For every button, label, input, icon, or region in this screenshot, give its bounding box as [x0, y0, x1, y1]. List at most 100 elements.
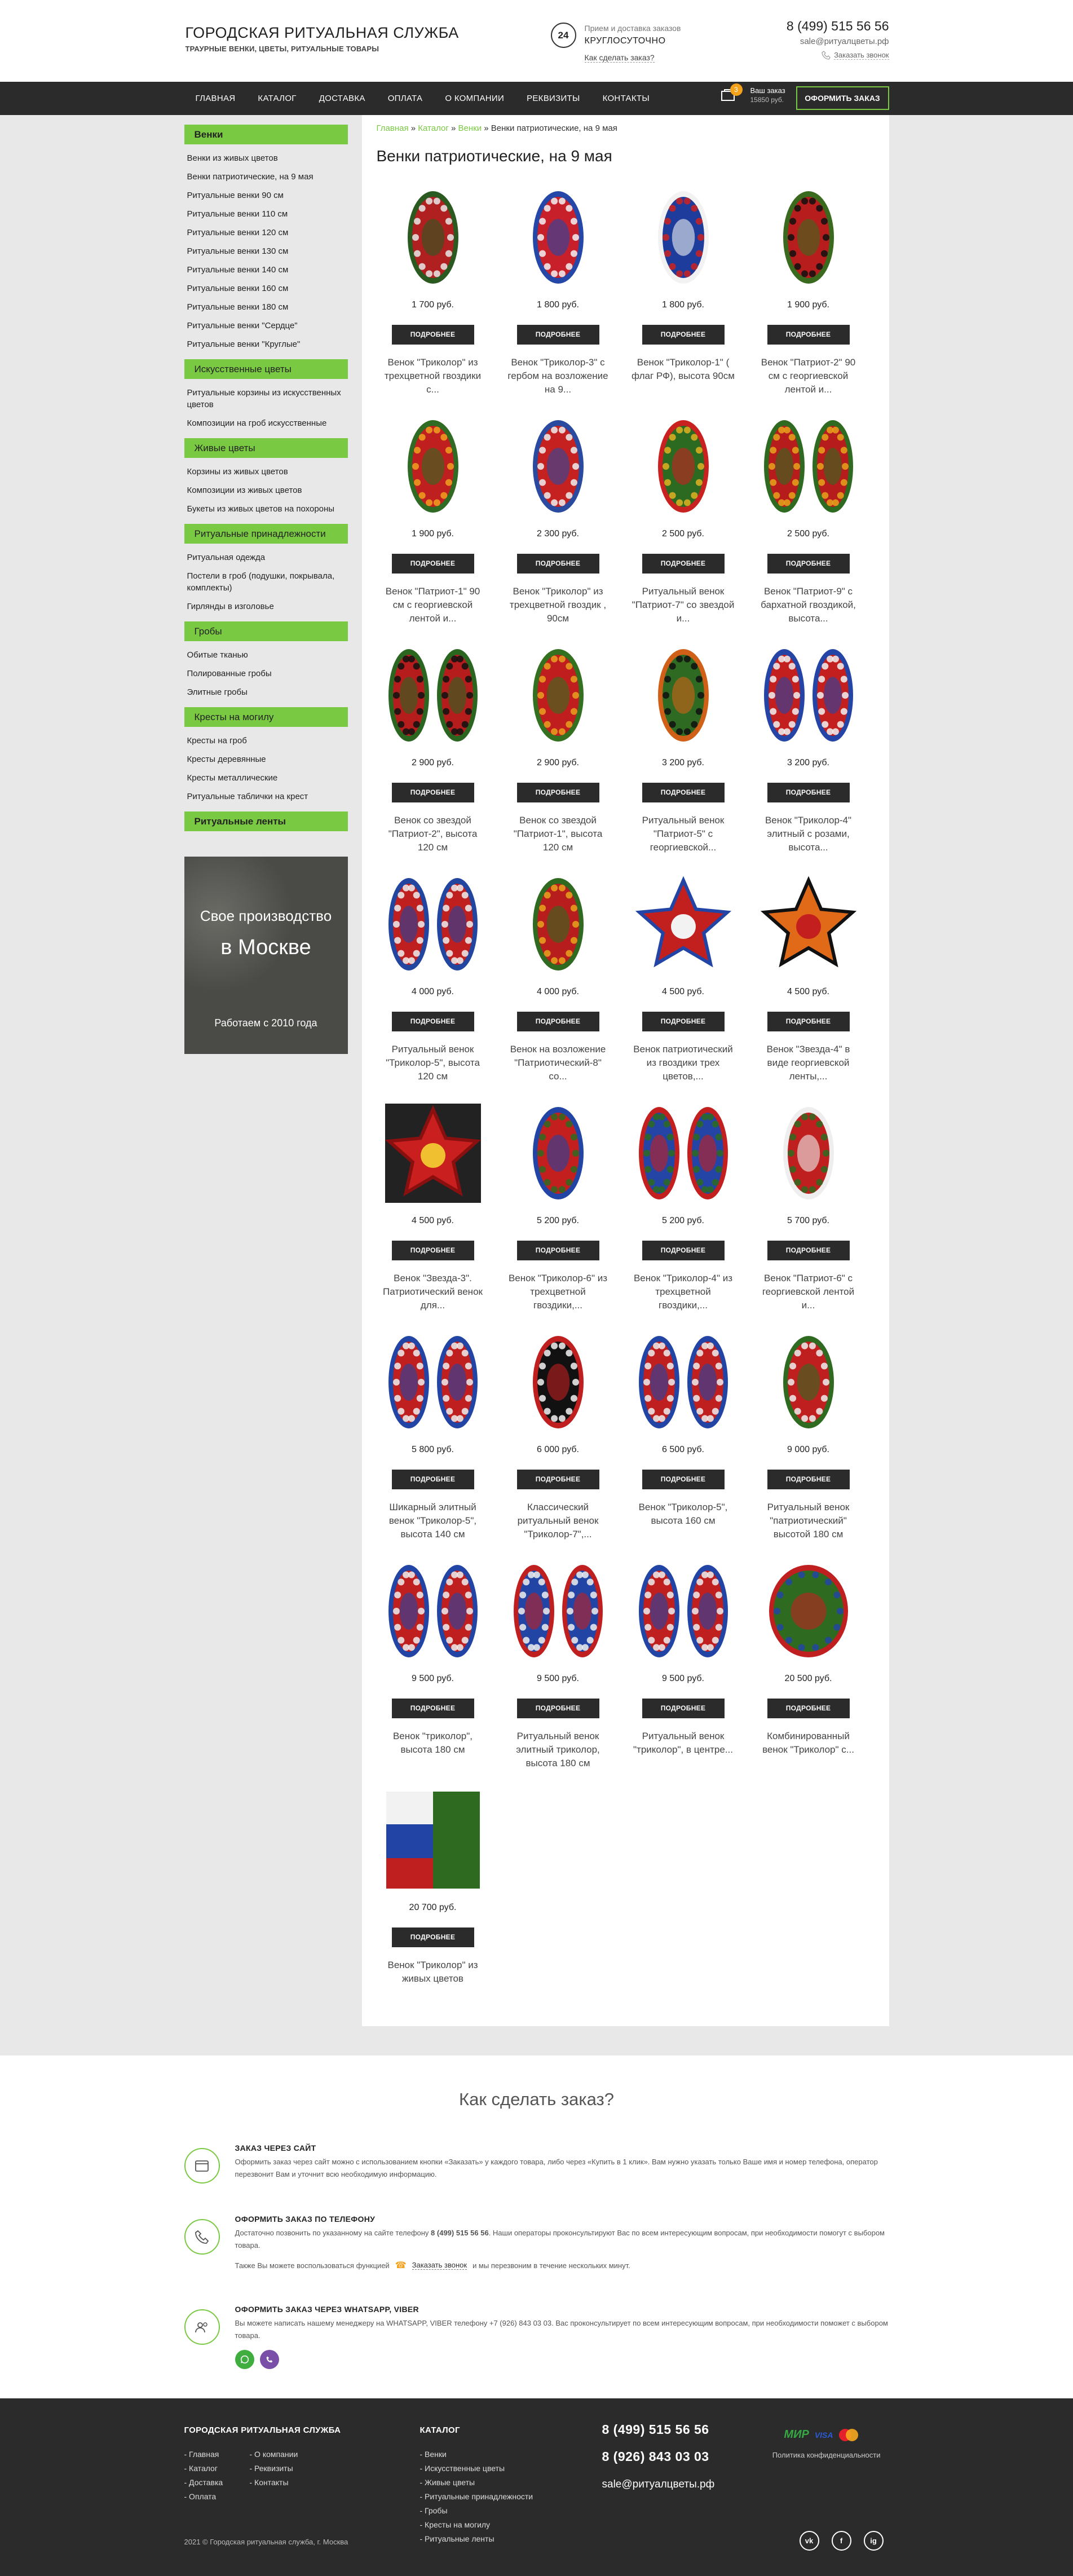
- checkout-button[interactable]: ОФОРМИТЬ ЗАКАЗ: [796, 86, 889, 110]
- product-name[interactable]: Венок "Триколор-4" из трехцветной гвозди…: [630, 1272, 737, 1312]
- details-button[interactable]: ПОДРОБНЕЕ: [642, 783, 725, 802]
- details-button[interactable]: ПОДРОБНЕЕ: [767, 1012, 850, 1031]
- whatsapp-icon[interactable]: [235, 2350, 254, 2369]
- footer-catalog-link[interactable]: - Искусственные цветы: [420, 2462, 533, 2476]
- details-button[interactable]: ПОДРОБНЕЕ: [642, 325, 725, 345]
- details-button[interactable]: ПОДРОБНЕЕ: [767, 1470, 850, 1489]
- footer-phone-2[interactable]: 8 (926) 843 03 03: [602, 2449, 709, 2464]
- details-button[interactable]: ПОДРОБНЕЕ: [767, 783, 850, 802]
- product-name[interactable]: Венок "Триколор-1" ( флаг РФ), высота 90…: [630, 356, 737, 396]
- product-name[interactable]: Ритуальный венок "Триколор-5", высота 12…: [379, 1043, 487, 1083]
- sidebar-heading[interactable]: Живые цветы: [184, 438, 348, 458]
- sidebar-heading[interactable]: Венки: [184, 125, 348, 144]
- how-phone-number[interactable]: 8 (499) 515 56 56: [431, 2229, 489, 2237]
- product-image[interactable]: [635, 1562, 731, 1661]
- sidebar-item[interactable]: Корзины из живых цветов: [184, 462, 348, 481]
- product-image[interactable]: [510, 1104, 606, 1203]
- details-button[interactable]: ПОДРОБНЕЕ: [516, 1470, 599, 1489]
- details-button[interactable]: ПОДРОБНЕЕ: [516, 1012, 599, 1031]
- product-name[interactable]: Венок "Патриот-2" 90 см с георгиевской л…: [755, 356, 862, 396]
- sidebar-item[interactable]: Ритуальные венки 130 см: [184, 242, 348, 261]
- how-to-order-link[interactable]: Как сделать заказ?: [584, 53, 655, 63]
- nav-item-0[interactable]: ГЛАВНАЯ: [184, 82, 247, 115]
- product-image[interactable]: [760, 1104, 856, 1203]
- sidebar-heading[interactable]: Гробы: [184, 621, 348, 641]
- product-image[interactable]: [635, 646, 731, 745]
- privacy-link[interactable]: Политика конфиденциальности: [772, 2451, 881, 2459]
- sidebar-item[interactable]: Венки патриотические, на 9 мая: [184, 167, 348, 186]
- details-button[interactable]: ПОДРОБНЕЕ: [767, 554, 850, 574]
- details-button[interactable]: ПОДРОБНЕЕ: [516, 783, 599, 802]
- product-image[interactable]: [510, 417, 606, 516]
- product-image[interactable]: [385, 417, 481, 516]
- product-name[interactable]: Венок "триколор", высота 180 см: [379, 1730, 487, 1770]
- product-name[interactable]: Венок "Триколор" из трехцветной гвоздики…: [379, 356, 487, 396]
- callback-link[interactable]: Заказать звонок: [822, 51, 889, 60]
- nav-item-2[interactable]: ДОСТАВКА: [308, 82, 377, 115]
- product-image[interactable]: [760, 1333, 856, 1432]
- product-name[interactable]: Венок "Триколор-5", высота 160 см: [630, 1501, 737, 1541]
- details-button[interactable]: ПОДРОБНЕЕ: [642, 554, 725, 574]
- sidebar-item[interactable]: Кресты деревянные: [184, 750, 348, 769]
- nav-item-6[interactable]: КОНТАКТЫ: [591, 82, 661, 115]
- footer-catalog-link[interactable]: - Ритуальные ленты: [420, 2532, 533, 2546]
- sidebar-item[interactable]: Венки из живых цветов: [184, 149, 348, 167]
- sidebar-item[interactable]: Ритуальные венки 180 см: [184, 298, 348, 316]
- product-name[interactable]: Венок "Триколор" из живых цветов: [379, 1959, 487, 1999]
- details-button[interactable]: ПОДРОБНЕЕ: [516, 325, 599, 345]
- product-name[interactable]: Венок "Звезда-3". Патриотический венок д…: [379, 1272, 487, 1312]
- sidebar-item[interactable]: Ритуальные венки 110 см: [184, 205, 348, 223]
- footer-catalog-link[interactable]: - Ритуальные принадлежности: [420, 2490, 533, 2504]
- product-name[interactable]: Венок патриотический из гвоздики трех цв…: [630, 1043, 737, 1083]
- sidebar-item[interactable]: Кресты металлические: [184, 769, 348, 787]
- details-button[interactable]: ПОДРОБНЕЕ: [391, 1699, 474, 1718]
- sidebar-item[interactable]: Элитные гробы: [184, 683, 348, 702]
- footer-phone-1[interactable]: 8 (499) 515 56 56: [602, 2422, 709, 2437]
- product-image[interactable]: [385, 1333, 481, 1432]
- cart-widget[interactable]: 3 Ваш заказ 15850 руб.: [720, 83, 785, 104]
- sidebar-item[interactable]: Композиции на гроб искусственные: [184, 414, 348, 433]
- product-image[interactable]: [385, 875, 481, 974]
- product-name[interactable]: Венок "Триколор-4" элитный с розами, выс…: [755, 814, 862, 854]
- product-name[interactable]: Ритуальный венок "Патриот-5" с георгиевс…: [630, 814, 737, 854]
- details-button[interactable]: ПОДРОБНЕЕ: [391, 325, 474, 345]
- details-button[interactable]: ПОДРОБНЕЕ: [391, 1241, 474, 1260]
- product-image[interactable]: [760, 875, 856, 974]
- facebook-icon[interactable]: f: [831, 2531, 851, 2551]
- nav-item-5[interactable]: РЕКВИЗИТЫ: [515, 82, 591, 115]
- sidebar-item[interactable]: Букеты из живых цветов на похороны: [184, 500, 348, 518]
- details-button[interactable]: ПОДРОБНЕЕ: [391, 1927, 474, 1947]
- product-name[interactable]: Ритуальный венок "патриотический" высото…: [755, 1501, 862, 1541]
- details-button[interactable]: ПОДРОБНЕЕ: [516, 1241, 599, 1260]
- product-name[interactable]: Комбинированный венок "Триколор" с...: [755, 1730, 862, 1770]
- header-phone[interactable]: 8 (499) 515 56 56: [787, 19, 889, 34]
- product-image[interactable]: [635, 188, 731, 287]
- product-image[interactable]: [510, 646, 606, 745]
- footer-link[interactable]: - Реквизиты: [250, 2462, 298, 2476]
- product-name[interactable]: Венок "Патриот-9" с бархатной гвоздикой,…: [755, 585, 862, 625]
- details-button[interactable]: ПОДРОБНЕЕ: [391, 783, 474, 802]
- breadcrumb-home[interactable]: Главная: [377, 123, 409, 133]
- product-name[interactable]: Ритуальный венок "Патриот-7" со звездой …: [630, 585, 737, 625]
- details-button[interactable]: ПОДРОБНЕЕ: [391, 554, 474, 574]
- sidebar-item[interactable]: Ритуальные венки "Круглые": [184, 335, 348, 354]
- product-image[interactable]: [385, 1104, 481, 1203]
- viber-icon[interactable]: [259, 2350, 279, 2369]
- sidebar-item[interactable]: Ритуальные таблички на крест: [184, 787, 348, 806]
- sidebar-item[interactable]: Ритуальные венки 160 см: [184, 279, 348, 298]
- header-email[interactable]: sale@ритуалцветы.рф: [800, 37, 889, 46]
- product-image[interactable]: [510, 1333, 606, 1432]
- nav-item-4[interactable]: О КОМПАНИИ: [434, 82, 515, 115]
- nav-item-3[interactable]: ОПЛАТА: [377, 82, 434, 115]
- product-image[interactable]: [635, 417, 731, 516]
- footer-link[interactable]: - Контакты: [250, 2476, 298, 2490]
- product-name[interactable]: Венок на возложение "Патриотический-8" с…: [505, 1043, 612, 1083]
- product-name[interactable]: Классический ритуальный венок "Триколор-…: [505, 1501, 612, 1541]
- sidebar-item[interactable]: Ритуальные венки 120 см: [184, 223, 348, 242]
- product-name[interactable]: Шикарный элитный венок "Триколор-5", выс…: [379, 1501, 487, 1541]
- sidebar-item[interactable]: Обитые тканью: [184, 646, 348, 664]
- footer-email[interactable]: sale@ритуалцветы.рф: [602, 2478, 715, 2491]
- breadcrumb-catalog[interactable]: Каталог: [418, 123, 449, 133]
- product-image[interactable]: [385, 1790, 481, 1890]
- details-button[interactable]: ПОДРОБНЕЕ: [642, 1241, 725, 1260]
